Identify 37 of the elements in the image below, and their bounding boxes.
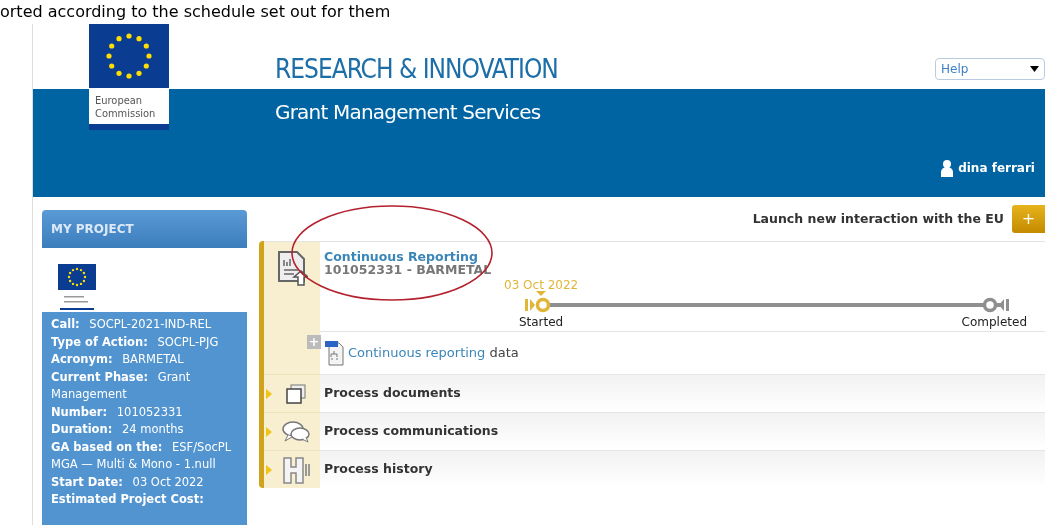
history-icon: [281, 455, 311, 484]
section-title[interactable]: Process communications: [324, 422, 499, 441]
project-field: Type of Action: SOCPL-PJG: [51, 333, 238, 351]
folder-icon: [285, 383, 307, 404]
expand-arrow-icon[interactable]: [266, 426, 272, 437]
user-icon: [940, 159, 955, 177]
expand-arrow-icon[interactable]: [266, 464, 272, 475]
sidebar-title: MY PROJECT: [42, 210, 247, 248]
project-field: Start Date: 03 Oct 2022: [51, 473, 238, 491]
site-subtitle: Grant Management Services: [275, 99, 541, 126]
project-field: Acronym: BARMETAL: [51, 351, 238, 369]
project-field: Estimated Project Cost:: [51, 491, 238, 509]
project-field: Current Phase: Grant Management: [51, 368, 238, 404]
help-select[interactable]: Help: [935, 58, 1045, 80]
user-name: dina ferrari: [958, 160, 1035, 177]
section-title[interactable]: Process history: [324, 460, 433, 479]
expand-arrow-icon[interactable]: [266, 388, 272, 399]
project-field: GA based on the: ESF/SocPL MGA — Multi & Mono - 1.null: [51, 438, 238, 474]
milestone-label: Completed: [961, 314, 1027, 331]
process-title[interactable]: Continuous Reporting: [324, 250, 1045, 263]
project-field: Call: SOCPL-2021-IND-REL: [51, 316, 238, 334]
site-title: RESEARCH & INNOVATION: [275, 53, 558, 86]
milestone-label: Started: [518, 314, 564, 331]
speech-bubbles-icon: [281, 419, 311, 444]
data-link[interactable]: Continuous reporting: [348, 345, 486, 361]
dropdown-caret-icon: [1030, 66, 1039, 72]
add-button[interactable]: +: [1012, 205, 1045, 233]
data-file-icon: [324, 340, 344, 366]
data-row-text: Continuous reporting data: [348, 344, 519, 363]
caption-text: orted according to the schedule set out for them: [0, 2, 391, 22]
launch-label: Launch new interaction with the EU: [752, 209, 1004, 228]
milestone-date: 03 Oct 2022: [504, 277, 579, 291]
project-field: Duration: 24 months: [51, 421, 238, 439]
report-upload-icon: [276, 250, 308, 286]
section-title[interactable]: Process documents: [324, 384, 461, 403]
european-commission-logo: European Commission: [89, 24, 169, 130]
project-field: Number: 101052331: [51, 403, 238, 421]
